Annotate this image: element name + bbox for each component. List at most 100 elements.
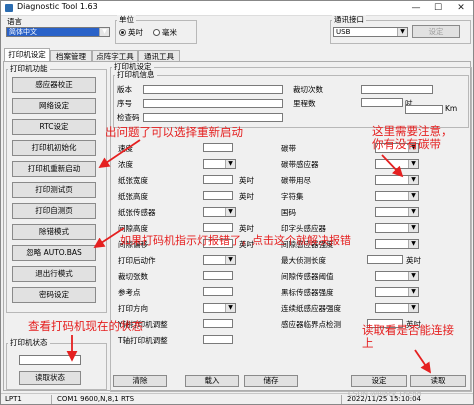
setting-select[interactable]: ▼ bbox=[375, 191, 419, 201]
watermark: CSDN @Black_Friend bbox=[348, 390, 422, 398]
chevron-down-icon: ▼ bbox=[225, 256, 235, 264]
load-button[interactable]: 载入 bbox=[185, 375, 239, 387]
version-label: 版本 bbox=[117, 85, 132, 94]
printer-function-button[interactable]: 忽略 AUTO.BAS bbox=[12, 245, 96, 261]
setting-select[interactable]: ▼ bbox=[375, 207, 419, 217]
setting-select[interactable]: ▼ bbox=[375, 239, 419, 249]
setting-field[interactable] bbox=[203, 175, 233, 184]
chevron-down-icon: ▼ bbox=[408, 272, 418, 280]
save-button[interactable]: 储存 bbox=[244, 375, 298, 387]
checksum-label: 检查码 bbox=[117, 113, 140, 122]
setting-label: 印字头感应器 bbox=[281, 224, 326, 233]
chevron-down-icon: ▼ bbox=[408, 288, 418, 296]
setting-label: 间隙高度 bbox=[118, 224, 148, 233]
setting-field[interactable] bbox=[203, 223, 233, 232]
comm-setup-button[interactable]: 设定 bbox=[412, 25, 460, 38]
annotation-restart: 出问题了可以选择重新启动 bbox=[105, 125, 243, 139]
setting-label: 浓度 bbox=[118, 160, 133, 169]
printer-function-button[interactable]: 打印测试页 bbox=[12, 182, 96, 198]
status-divider bbox=[341, 395, 342, 404]
setting-label: 参考点 bbox=[118, 288, 141, 297]
setting-label: 碳带感应器 bbox=[281, 160, 319, 169]
setting-label: 碳带 bbox=[281, 144, 296, 153]
setting-label: 纸张传感器 bbox=[118, 208, 156, 217]
tab-printer-settings[interactable]: 打印机设定 bbox=[4, 48, 50, 62]
setting-select[interactable]: ▼ bbox=[375, 175, 419, 185]
printer-function-button[interactable]: 网络设定 bbox=[12, 98, 96, 114]
comm-label: 通讯接口 bbox=[332, 15, 366, 24]
read-button[interactable]: 读取 bbox=[410, 375, 466, 387]
unit-mm-radio[interactable] bbox=[153, 29, 160, 36]
printer-function-button[interactable]: 打印自测页 bbox=[12, 203, 96, 219]
setting-unit: 英吋 bbox=[239, 224, 254, 233]
clear-button[interactable]: 清除 bbox=[113, 375, 167, 387]
setting-unit: 英吋 bbox=[406, 256, 421, 265]
annotation-fault: 如果打码机指示灯报错了，点击这个就解决报错 bbox=[120, 234, 351, 247]
annotation-read: 读取看是否能连接 上 bbox=[362, 323, 454, 350]
close-button[interactable]: ✕ bbox=[450, 1, 472, 15]
printer-function-button[interactable]: 打印机初始化 bbox=[12, 140, 96, 156]
printer-function-button[interactable]: 密码设定 bbox=[12, 287, 96, 303]
chevron-down-icon: ▼ bbox=[408, 192, 418, 200]
setting-field[interactable] bbox=[203, 143, 233, 152]
printer-function-button[interactable]: 退出行模式 bbox=[12, 266, 96, 282]
setup-button[interactable]: 设定 bbox=[351, 375, 407, 387]
setting-label: 打印方向 bbox=[118, 304, 148, 313]
setting-label: 纸张高度 bbox=[118, 192, 148, 201]
setting-label: 打印后动作 bbox=[118, 256, 156, 265]
chevron-down-icon: ▼ bbox=[397, 28, 407, 36]
printer-functions-title: 打印机功能 bbox=[8, 64, 50, 73]
setting-field[interactable] bbox=[203, 287, 233, 296]
serial-label: 序号 bbox=[117, 99, 132, 108]
checksum-field bbox=[143, 113, 283, 122]
cut-count-field bbox=[361, 85, 433, 94]
setting-select[interactable]: ▼ bbox=[375, 271, 419, 281]
setting-select[interactable]: ▼ bbox=[203, 207, 236, 217]
setting-label: 感应器临界点检测 bbox=[281, 320, 341, 329]
chevron-down-icon: ▼ bbox=[408, 176, 418, 184]
setting-select[interactable]: ▼ bbox=[375, 287, 419, 297]
unit-label: 单位 bbox=[117, 15, 136, 24]
printer-function-button[interactable]: 除错模式 bbox=[12, 224, 96, 240]
unit-inch-radio[interactable] bbox=[119, 29, 126, 36]
setting-field[interactable] bbox=[203, 319, 233, 328]
chevron-down-icon: ▼ bbox=[225, 304, 235, 312]
chevron-down-icon: ▼ bbox=[225, 160, 235, 168]
unit-inch-label: 英吋 bbox=[128, 28, 143, 37]
setting-label: 连续纸感应器强度 bbox=[281, 304, 341, 313]
setting-select[interactable]: ▼ bbox=[203, 159, 236, 169]
printer-function-button[interactable]: RTC设定 bbox=[12, 119, 96, 135]
setting-select[interactable]: ▼ bbox=[203, 303, 236, 313]
setting-label: 裁切张数 bbox=[118, 272, 148, 281]
setting-label: 黑标传感器强度 bbox=[281, 288, 334, 297]
maximize-button[interactable]: ☐ bbox=[427, 1, 449, 15]
read-status-button[interactable]: 读取状态 bbox=[19, 371, 81, 385]
setting-field[interactable] bbox=[367, 255, 403, 264]
comm-select[interactable]: USB ▼ bbox=[333, 27, 408, 37]
printer-function-button[interactable]: 打印机重新启动 bbox=[12, 161, 96, 177]
setting-select[interactable]: ▼ bbox=[375, 159, 419, 169]
language-select[interactable]: 简体中文 ▼ bbox=[6, 27, 110, 37]
chevron-down-icon: ▼ bbox=[408, 304, 418, 312]
printer-function-button[interactable]: 感应器校正 bbox=[12, 77, 96, 93]
minimize-button[interactable]: — bbox=[405, 1, 427, 15]
setting-field[interactable] bbox=[203, 191, 233, 200]
printer-info-title: 打印机信息 bbox=[115, 70, 157, 79]
mileage-inch-field bbox=[361, 98, 403, 107]
serial-field bbox=[143, 99, 283, 108]
setting-field[interactable] bbox=[203, 335, 233, 344]
printer-status-title: 打印机状态 bbox=[8, 338, 50, 347]
chevron-down-icon: ▼ bbox=[99, 28, 109, 36]
mileage-km-field bbox=[405, 105, 443, 114]
setting-field[interactable] bbox=[203, 271, 233, 280]
window-title: Diagnostic Tool 1.63 bbox=[17, 2, 98, 11]
annotation-status: 查看打码机现在的状态 bbox=[28, 319, 143, 333]
setting-select[interactable]: ▼ bbox=[203, 255, 236, 265]
setting-select[interactable]: ▼ bbox=[375, 303, 419, 313]
setting-select[interactable]: ▼ bbox=[375, 223, 419, 233]
version-field bbox=[143, 85, 283, 94]
setting-label: 间隙传感器阈值 bbox=[281, 272, 334, 281]
setting-label: 速度 bbox=[118, 144, 133, 153]
chevron-down-icon: ▼ bbox=[408, 160, 418, 168]
chevron-down-icon: ▼ bbox=[225, 208, 235, 216]
